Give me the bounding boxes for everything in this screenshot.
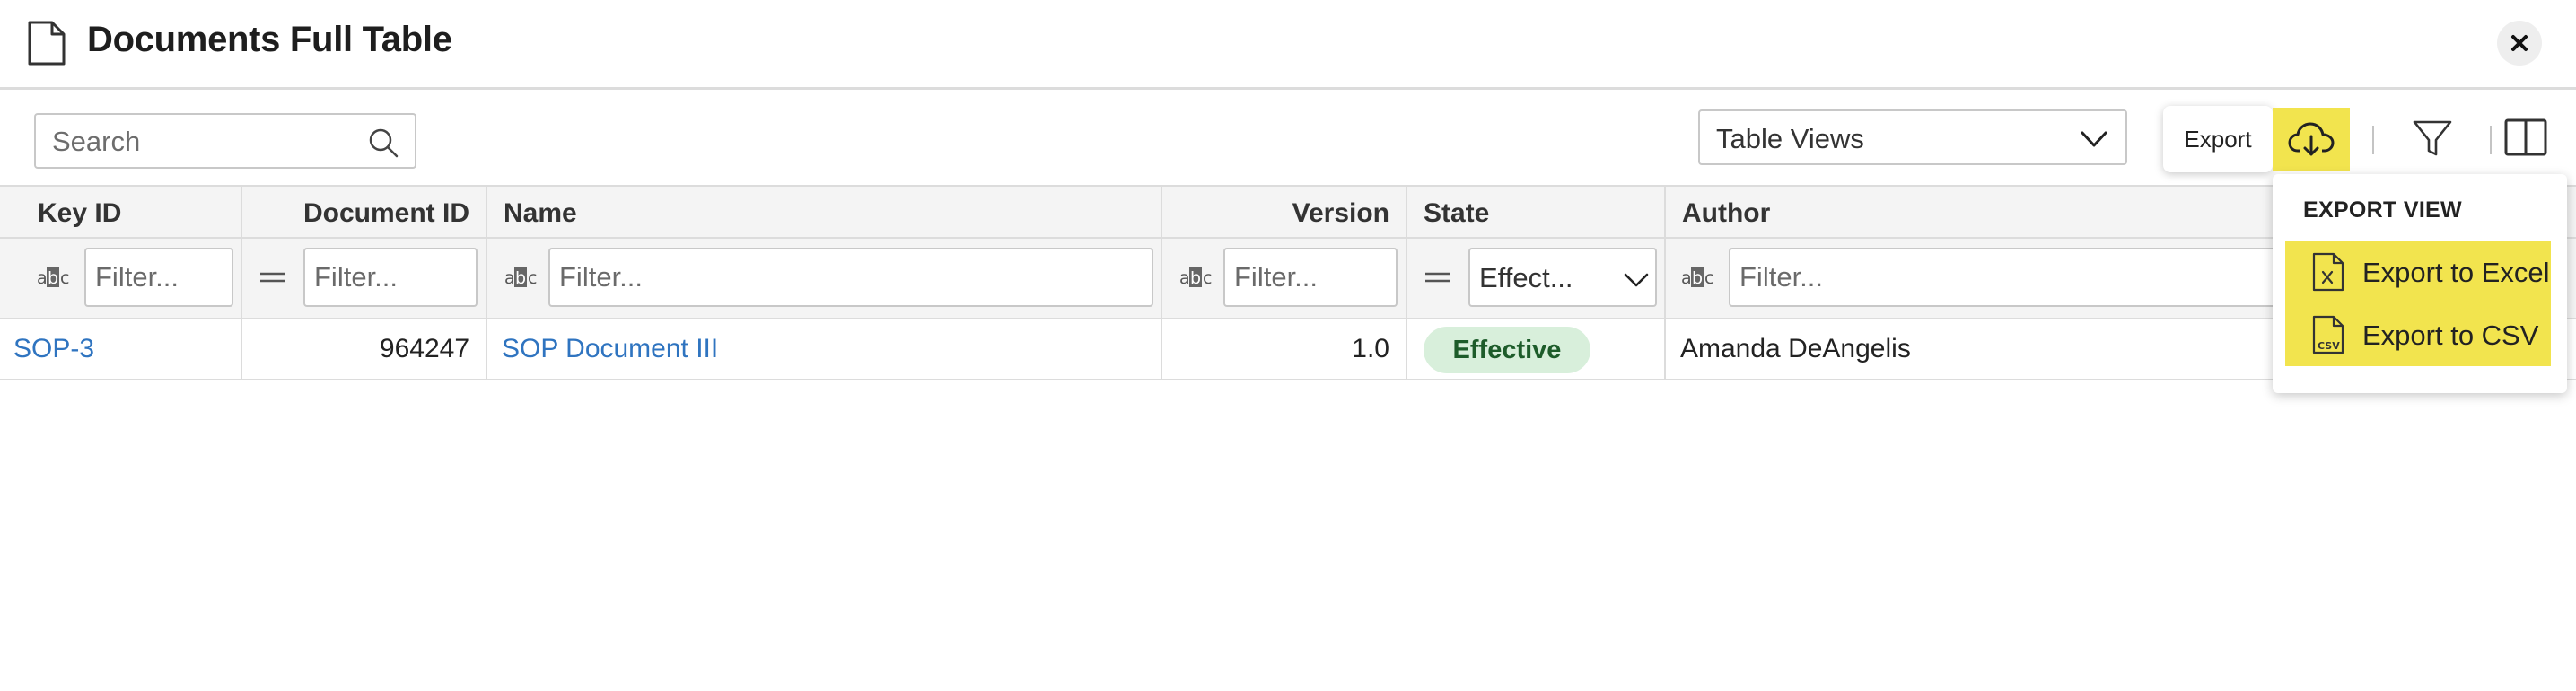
filter-input-document-id[interactable] [303,248,478,307]
text-filter-type-icon[interactable]: a b c [36,265,72,290]
table-row[interactable]: SOP-3 964247 SOP Document III 1.0 Effect… [0,319,2576,380]
export-menu: EXPORT VIEW Export to Excel CSV Export t… [2273,174,2567,393]
text-filter-type-icon[interactable]: a b c [1680,265,1716,290]
cell-name: SOP Document III [487,319,1162,379]
key-id-link[interactable]: SOP-3 [13,334,94,363]
state-filter-select[interactable]: Effect... [1468,248,1657,307]
svg-text:a: a [1179,268,1190,288]
svg-text:a: a [504,268,515,288]
svg-text:a: a [1681,268,1692,288]
chevron-down-icon [1624,273,1649,287]
cell-version: 1.0 [1162,319,1407,379]
filter-input-key-id[interactable] [84,248,233,307]
close-button[interactable] [2497,21,2542,66]
text-filter-type-icon[interactable]: a b c [1178,265,1214,290]
svg-text:b: b [1190,268,1201,288]
export-menu-title: EXPORT VIEW [2303,197,2462,223]
excel-file-icon [2312,252,2344,292]
column-header-version[interactable]: Version [1162,187,1407,237]
svg-text:CSV: CSV [2318,340,2340,352]
export-to-excel-item[interactable]: Export to Excel [2285,241,2551,303]
svg-text:c: c [60,268,69,288]
table-filter-row: a b c a b c a b [0,239,2576,319]
chevron-down-icon [2081,131,2107,147]
state-filter-value: Effect... [1479,262,1573,293]
export-to-csv-label: Export to CSV [2362,319,2539,351]
export-to-csv-item[interactable]: CSV Export to CSV [2285,303,2551,366]
cell-document-id: 964247 [242,319,487,379]
search-input[interactable] [50,124,355,160]
svg-text:b: b [1692,268,1703,288]
text-filter-type-icon[interactable]: a b c [504,265,539,290]
search-icon[interactable] [366,126,400,160]
equals-filter-type-icon[interactable] [1424,271,1452,284]
toolbar-divider [2490,126,2492,154]
dialog-header: Documents Full Table [0,0,2576,90]
cloud-download-icon [2288,122,2335,156]
equals-filter-type-icon[interactable] [258,271,287,284]
table-views-dropdown[interactable]: Table Views [1698,109,2127,165]
column-header-key-id[interactable]: Key ID [0,187,242,237]
search-box [34,113,416,169]
svg-text:c: c [1704,268,1713,288]
page-title: Documents Full Table [87,20,452,59]
filter-input-version[interactable] [1223,248,1398,307]
filter-cell-document-id [242,239,487,318]
funnel-icon[interactable] [2411,117,2454,160]
cell-key-id: SOP-3 [0,319,242,379]
export-tooltip: Export [2163,106,2283,172]
filter-cell-name: a b c [487,239,1162,318]
column-header-document-id[interactable]: Document ID [242,187,487,237]
status-badge: Effective [1424,327,1590,373]
export-button[interactable] [2273,108,2350,171]
export-to-excel-label: Export to Excel [2362,257,2550,288]
csv-file-icon: CSV [2312,315,2344,354]
table-header-row: Key ID Document ID Name Version State Au… [0,185,2576,239]
document-name-link[interactable]: SOP Document III [502,334,718,363]
filter-input-name[interactable] [548,248,1153,307]
svg-text:a: a [37,268,48,288]
table-views-label: Table Views [1716,123,1864,154]
svg-text:c: c [1203,268,1212,288]
close-icon [2511,35,2528,51]
column-header-name[interactable]: Name [487,187,1162,237]
document-icon [28,21,66,66]
svg-text:b: b [48,268,58,288]
toolbar-divider [2372,126,2374,154]
filter-cell-version: a b c [1162,239,1407,318]
column-header-state[interactable]: State [1407,187,1666,237]
svg-text:c: c [528,268,537,288]
filter-cell-key-id: a b c [0,239,242,318]
svg-text:b: b [515,268,526,288]
columns-icon[interactable] [2504,118,2547,156]
